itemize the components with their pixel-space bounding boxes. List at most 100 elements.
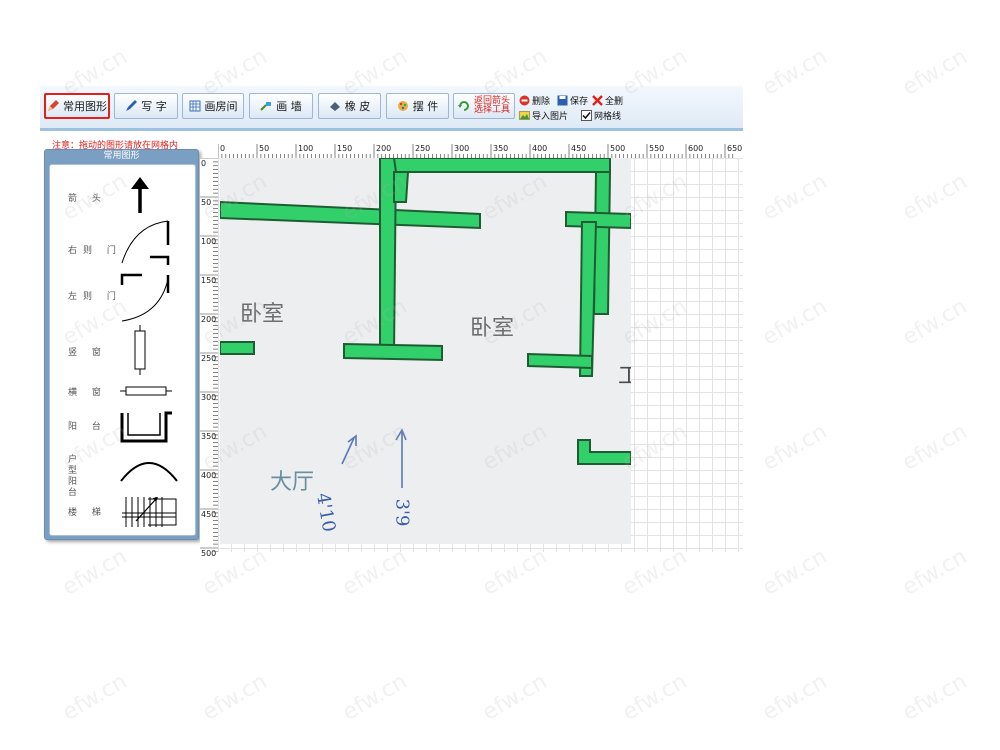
return-arrow-line2: 选择工具 <box>473 105 510 115</box>
shape-vertical-window[interactable]: 竖 窗 <box>50 325 195 375</box>
pen-icon <box>126 100 138 111</box>
watermark-text: efw.cn <box>618 544 692 601</box>
palette-icon <box>397 101 408 111</box>
watermark-text: efw.cn <box>898 419 972 476</box>
floppy-disk-icon <box>557 95 568 106</box>
watermark-text: efw.cn <box>198 669 272 726</box>
common-shapes-panel: 常用图形 箭 头 右则 门 左则 门 竖 窗 横 窗 阳 台 户 型 阳 台 楼… <box>44 149 199 540</box>
stairs-icon <box>122 497 177 527</box>
shape-left-door[interactable]: 左则 门 <box>50 269 195 325</box>
vertical-window-icon <box>134 325 146 375</box>
ruler-tick-label: 600 <box>688 144 704 153</box>
ruler-tick-label: 0 <box>201 159 207 168</box>
shape-label: 箭 头 <box>68 194 107 204</box>
arrow-icon <box>131 177 149 213</box>
imported-floorplan-image[interactable]: 卧室 卧室 大厅 4'10 3'9 工 <box>220 158 631 544</box>
vertical-ruler: 0 50 100 150 200 250 300 350 400 450 500 <box>200 158 219 558</box>
balcony-icon <box>120 411 172 443</box>
save-label: 保存 <box>570 97 589 107</box>
ruler-tick-label: 350 <box>493 144 509 153</box>
ruler-tick-label: 50 <box>201 198 212 207</box>
ruler-tick-label: 300 <box>454 144 470 153</box>
floorplan-editor: 常用图形 写 字 画房间 画 墙 橡 皮 摆 件 返回箭头 选择工具 删除 保存… <box>40 86 743 558</box>
shape-arrow[interactable]: 箭 头 <box>50 171 195 215</box>
ruler-tick-label: 50 <box>259 144 270 153</box>
panel-body: 箭 头 右则 门 左则 门 竖 窗 横 窗 阳 台 户 型 阳 台 楼 梯 <box>49 164 196 536</box>
eraser-button[interactable]: 橡 皮 <box>318 93 381 119</box>
delete-all-button[interactable]: 全删 <box>592 94 623 107</box>
delete-button[interactable]: 删除 <box>519 94 550 107</box>
ruler-tick-label: 400 <box>201 471 217 480</box>
close-x-icon <box>592 95 603 106</box>
watermark-text: efw.cn <box>58 544 132 601</box>
watermark-text: efw.cn <box>758 419 832 476</box>
watermark-text: efw.cn <box>758 294 832 351</box>
watermark-text: efw.cn <box>898 44 972 101</box>
watermark-text: efw.cn <box>898 169 972 226</box>
ruler-tick-label: 250 <box>415 144 431 153</box>
horizontal-window-icon <box>120 386 172 396</box>
shape-horizontal-window[interactable]: 横 窗 <box>50 377 195 407</box>
ruler-tick-label: 150 <box>337 144 353 153</box>
toolbar: 常用图形 写 字 画房间 画 墙 橡 皮 摆 件 返回箭头 选择工具 删除 保存… <box>40 86 743 131</box>
ruler-tick-label: 0 <box>220 144 226 153</box>
delete-label: 删除 <box>532 97 551 107</box>
shape-right-door[interactable]: 右则 门 <box>50 215 195 269</box>
ruler-tick-label: 100 <box>298 144 314 153</box>
horizontal-ruler: 0 50 100 150 200 250 300 350 400 450 500 550 600 650 <box>218 144 743 159</box>
common-shapes-button[interactable]: 常用图形 <box>44 93 110 119</box>
watermark-text: efw.cn <box>758 669 832 726</box>
draw-wall-button[interactable]: 画 墙 <box>249 93 313 119</box>
room-label-bedroom: 卧室 <box>470 316 515 341</box>
watermark-text: efw.cn <box>898 544 972 601</box>
draw-room-button[interactable]: 画房间 <box>182 93 244 119</box>
shape-balcony[interactable]: 阳 台 <box>50 407 195 447</box>
ruler-tick-label: 400 <box>532 144 548 153</box>
watermark-text: efw.cn <box>758 544 832 601</box>
shape-label: 楼 梯 <box>68 508 107 518</box>
refresh-icon <box>457 101 469 111</box>
handwritten-arrows <box>341 428 407 488</box>
write-text-button[interactable]: 写 字 <box>114 93 178 119</box>
ruler-tick-label: 200 <box>376 144 392 153</box>
shape-label: 横 窗 <box>68 388 107 398</box>
return-arrow-select-button[interactable]: 返回箭头 选择工具 <box>453 93 515 119</box>
pencil-icon <box>48 100 59 111</box>
ruler-tick-label: 250 <box>201 354 217 363</box>
checkbox-checked-icon[interactable] <box>581 110 592 121</box>
grid-lines-label: 网格线 <box>594 112 622 122</box>
watermark-text: efw.cn <box>758 44 832 101</box>
eraser-label: 橡 皮 <box>344 100 371 113</box>
draw-room-label: 画房间 <box>204 100 238 113</box>
ruler-tick-label: 450 <box>201 510 217 519</box>
import-image-button[interactable]: 导入图片 <box>519 109 568 122</box>
place-item-button[interactable]: 摆 件 <box>386 93 449 119</box>
shape-unit-balcony[interactable]: 户 型 阳 台 <box>50 449 195 498</box>
common-shapes-label: 常用图形 <box>63 100 107 113</box>
watermark-text: efw.cn <box>338 669 412 726</box>
shape-label: 左则 门 <box>68 292 122 302</box>
delete-circle-icon <box>519 95 530 106</box>
watermark-text: efw.cn <box>58 669 132 726</box>
shape-label: 竖 窗 <box>68 348 107 358</box>
left-door-icon <box>120 273 170 322</box>
shape-stairs[interactable]: 楼 梯 <box>50 491 195 533</box>
room-label-hall: 大厅 <box>270 470 315 495</box>
watermark-text: efw.cn <box>478 669 552 726</box>
partial-character: 工 <box>618 364 631 389</box>
shape-label: 右则 门 <box>68 246 122 256</box>
watermark-text: efw.cn <box>898 294 972 351</box>
room-label-bedroom: 卧室 <box>240 302 285 327</box>
ruler-tick-label: 550 <box>649 144 665 153</box>
ruler-tick-label: 100 <box>201 237 217 246</box>
ruler-tick-label: 150 <box>201 276 217 285</box>
save-button[interactable]: 保存 <box>557 94 588 107</box>
grid-lines-toggle[interactable]: 网格线 <box>581 109 621 122</box>
delete-all-label: 全删 <box>605 97 624 107</box>
eraser-icon <box>329 102 340 111</box>
ruler-tick-label: 650 <box>727 144 743 153</box>
handwritten-dimension: 3'9 <box>391 498 413 527</box>
ruler-tick-label: 500 <box>610 144 626 153</box>
ruler-tick-label: 500 <box>201 549 217 558</box>
watermark-text: efw.cn <box>898 669 972 726</box>
